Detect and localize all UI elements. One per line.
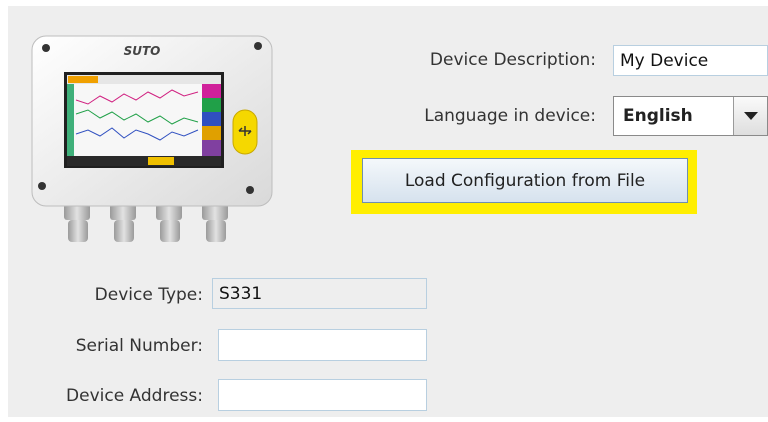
language-select[interactable]: English (613, 96, 768, 136)
language-dropdown-button[interactable] (733, 97, 767, 135)
load-configuration-button[interactable]: Load Configuration from File (362, 158, 688, 203)
serial-number-label: Serial Number: (75, 336, 203, 356)
device-address-input[interactable] (218, 379, 427, 411)
serial-number-input[interactable] (218, 329, 427, 361)
device-image: SUTO (31, 35, 273, 242)
cable-glands (64, 204, 228, 242)
chevron-down-icon (743, 111, 758, 120)
language-select-value: English (623, 106, 693, 126)
device-type-field: S331 (212, 278, 427, 309)
device-type-label: Device Type: (94, 285, 203, 305)
device-logo: SUTO (124, 44, 161, 58)
device-address-label: Device Address: (66, 386, 203, 406)
device-description-input[interactable]: My Device (613, 45, 768, 76)
device-description-label: Device Description: (429, 50, 596, 70)
language-label: Language in device: (424, 106, 596, 126)
